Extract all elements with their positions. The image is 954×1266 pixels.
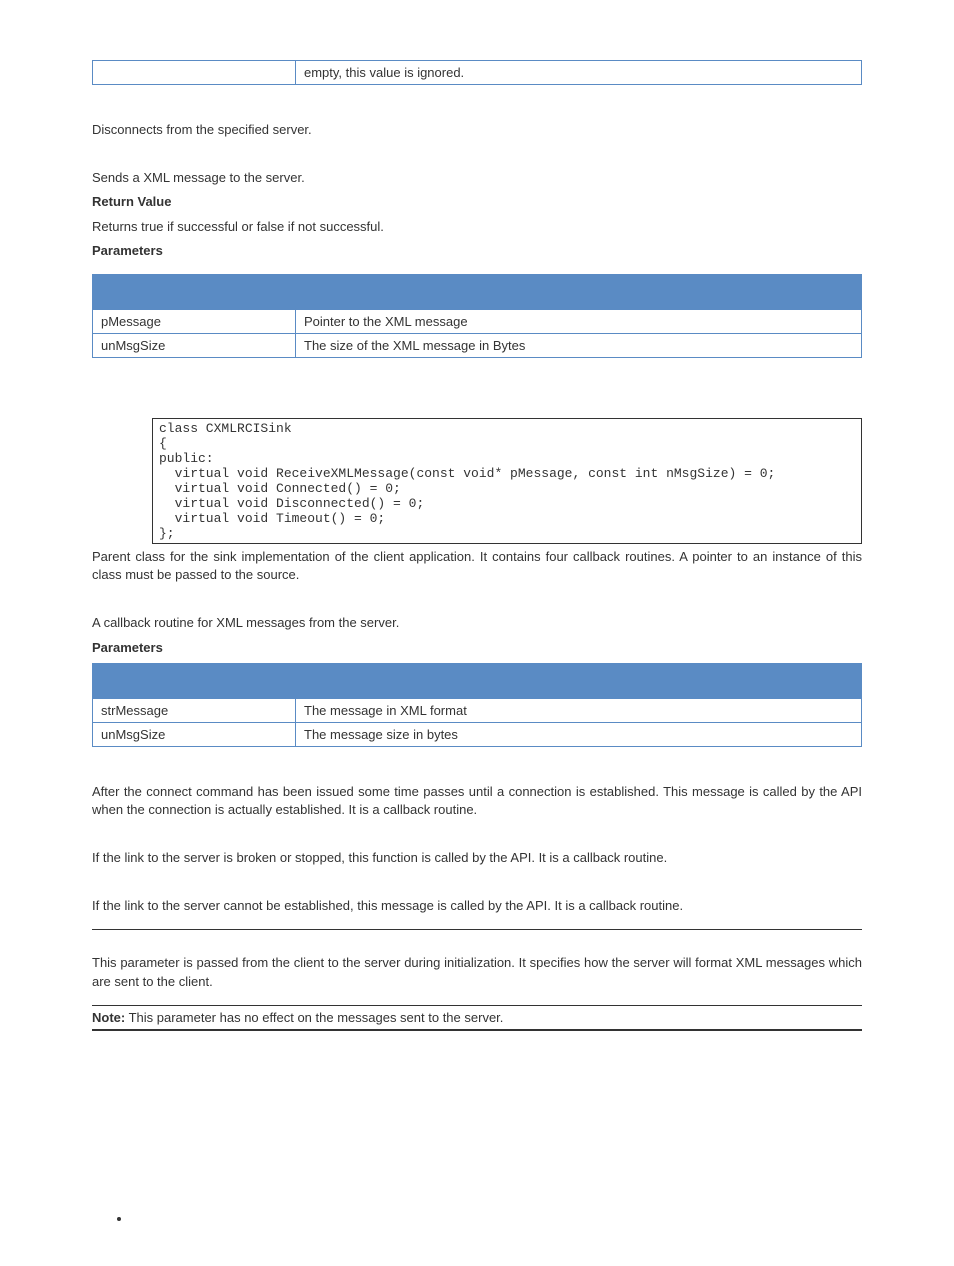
- timeout-description: If the link to the server cannot be esta…: [92, 897, 862, 915]
- send-params-table: pMessage Pointer to the XML message unMs…: [92, 274, 862, 358]
- note-text: This parameter has no effect on the mess…: [125, 1010, 503, 1025]
- param-desc-cell: The size of the XML message in Bytes: [296, 333, 862, 357]
- send-description: Sends a XML message to the server.: [92, 169, 862, 187]
- param-name-cell: [93, 61, 296, 85]
- table-row: strMessage The message in XML format: [93, 698, 862, 722]
- param-name-cell: pMessage: [93, 309, 296, 333]
- param-name-cell: strMessage: [93, 698, 296, 722]
- param-desc-cell: The message size in bytes: [296, 722, 862, 746]
- table-header-row: [93, 663, 862, 698]
- receive-params-table: strMessage The message in XML format unM…: [92, 663, 862, 747]
- class-description: Parent class for the sink implementation…: [92, 548, 862, 584]
- table-row: pMessage Pointer to the XML message: [93, 309, 862, 333]
- note-box: Note: This parameter has no effect on th…: [92, 1005, 862, 1031]
- param-desc-cell: empty, this value is ignored.: [296, 61, 862, 85]
- table-header-row: [93, 274, 862, 309]
- param-name-cell: unMsgSize: [93, 333, 296, 357]
- parameters-label: Parameters: [92, 639, 862, 657]
- format-description: This parameter is passed from the client…: [92, 954, 862, 990]
- note-label: Note:: [92, 1010, 125, 1025]
- param-name-cell: unMsgSize: [93, 722, 296, 746]
- disconnected-description: If the link to the server is broken or s…: [92, 849, 862, 867]
- list-item: [132, 1211, 862, 1226]
- return-value-description: Returns true if successful or false if n…: [92, 218, 862, 236]
- connected-description: After the connect command has been issue…: [92, 783, 862, 819]
- table-row: unMsgSize The size of the XML message in…: [93, 333, 862, 357]
- table-row: empty, this value is ignored.: [93, 61, 862, 85]
- return-value-label: Return Value: [92, 193, 862, 211]
- trailing-table: empty, this value is ignored.: [92, 60, 862, 85]
- callback-description: A callback routine for XML messages from…: [92, 614, 862, 632]
- page-content: empty, this value is ignored. Disconnect…: [92, 0, 862, 1266]
- footer-list: [92, 1211, 862, 1226]
- param-desc-cell: Pointer to the XML message: [296, 309, 862, 333]
- param-desc-cell: The message in XML format: [296, 698, 862, 722]
- parameters-label: Parameters: [92, 242, 862, 260]
- table-row: unMsgSize The message size in bytes: [93, 722, 862, 746]
- code-block: class CXMLRCISink { public: virtual void…: [152, 418, 862, 544]
- disconnect-description: Disconnects from the specified server.: [92, 121, 862, 139]
